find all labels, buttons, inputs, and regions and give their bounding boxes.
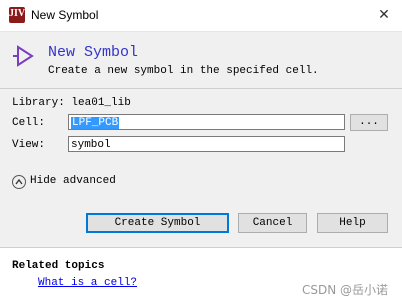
dialog-header: New Symbol Create a new symbol in the sp… xyxy=(0,32,402,88)
view-input[interactable]: symbol xyxy=(68,136,345,152)
symbol-triangle-icon xyxy=(13,45,34,67)
hide-advanced-toggle[interactable]: Hide advanced xyxy=(30,175,116,187)
related-topics-panel: Related topics What is a cell? CSDN @岳小诺 xyxy=(0,248,402,306)
cell-input-value: LPF_PCB xyxy=(71,117,120,129)
dialog-description: Create a new symbol in the specifed cell… xyxy=(48,65,319,77)
browse-cell-button[interactable]: ... xyxy=(350,114,388,131)
view-label: View: xyxy=(12,139,46,151)
close-icon[interactable]: ✕ xyxy=(374,5,394,25)
create-symbol-button[interactable]: Create Symbol xyxy=(86,213,229,233)
watermark: CSDN @岳小诺 xyxy=(301,283,388,297)
cancel-button[interactable]: Cancel xyxy=(238,213,307,233)
dialog-heading: New Symbol xyxy=(48,44,139,61)
collapse-advanced-icon[interactable] xyxy=(12,175,26,189)
view-input-value: symbol xyxy=(71,139,111,151)
help-button[interactable]: Help xyxy=(317,213,388,233)
title-bar: JIV New Symbol ✕ xyxy=(0,0,402,32)
library-label: Library: lea01_lib xyxy=(12,97,131,109)
app-logo-icon: JIV xyxy=(9,7,25,23)
what-is-cell-link[interactable]: What is a cell? xyxy=(38,277,137,289)
related-topics-heading: Related topics xyxy=(12,260,105,272)
cell-input[interactable]: LPF_PCB xyxy=(68,114,345,130)
library-value: lea01_lib xyxy=(71,97,131,109)
cell-label: Cell: xyxy=(12,117,46,129)
header-divider xyxy=(0,88,402,89)
window-title: New Symbol xyxy=(31,8,99,22)
